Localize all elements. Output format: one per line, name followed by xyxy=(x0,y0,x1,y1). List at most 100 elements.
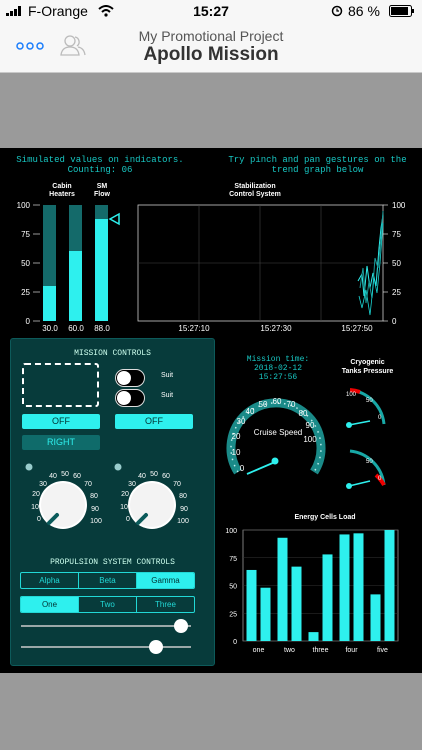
dial-2-label-80: 80 xyxy=(179,493,187,500)
trend-scale-0: 0 xyxy=(392,317,397,326)
trend-scale-25: 25 xyxy=(392,288,401,297)
dial-2-label-60: 60 xyxy=(162,473,170,480)
cryo-gauge-2: 50 0 xyxy=(346,449,386,489)
trend-scale-75: 75 xyxy=(392,230,401,239)
energy-bar-two-2 xyxy=(291,566,302,641)
mission-controls-panel: MISSION CONTROLS Suit Suit OFF OFF RIGHT… xyxy=(10,338,215,666)
speed-label-60: 60 xyxy=(273,397,282,406)
speed-label-30: 30 xyxy=(237,417,246,426)
speed-label-20: 20 xyxy=(232,432,241,441)
trend-scale-50: 50 xyxy=(392,259,401,268)
energy-bar-one-1 xyxy=(246,569,257,641)
energy-ytick-75: 75 xyxy=(229,556,237,563)
middle-bar-fill xyxy=(69,251,82,321)
trend-scale-100: 100 xyxy=(392,201,406,210)
dials: 0 10 20 30 40 50 60 70 80 90 100 0 10 20… xyxy=(25,463,189,529)
sliders xyxy=(21,619,191,654)
mission-date: 2018-02-12 xyxy=(253,364,302,373)
flow-label-2: Flow xyxy=(94,191,110,198)
bar-scale-50: 50 xyxy=(21,259,30,268)
selection-area[interactable] xyxy=(22,363,99,407)
trend-time-2: 15:27:30 xyxy=(260,324,292,333)
cryo-title: Cryogenic Tanks Pressure xyxy=(330,358,405,376)
bar-scale-100: 100 xyxy=(17,201,31,210)
cruise-speed-gauge: Cruise Speed 0 10 20 30 40 50 60 70 80 9… xyxy=(226,397,326,475)
segment-one[interactable]: One xyxy=(21,597,79,612)
bar-scale-75: 75 xyxy=(21,230,30,239)
dial-1-label-30: 30 xyxy=(39,481,47,488)
segment-two[interactable]: Two xyxy=(79,597,137,612)
middle-value: 60.0 xyxy=(68,324,84,333)
energy-chart-title: Energy Cells Load xyxy=(294,514,355,521)
dial-2[interactable]: 0 10 20 30 40 50 60 70 80 90 100 xyxy=(120,471,189,529)
energy-bar-two-1 xyxy=(277,537,288,641)
suit-toggle-1[interactable] xyxy=(115,369,145,387)
energy-category-four: four xyxy=(345,647,358,654)
dial-1-face-inner xyxy=(41,483,85,527)
mission-controls-title: MISSION CONTROLS xyxy=(74,349,151,358)
gesture-hint: Try pinch and pan gestures on the trend … xyxy=(220,155,415,175)
suit-toggle-2[interactable] xyxy=(115,389,145,407)
off-button-1[interactable]: OFF xyxy=(22,414,100,429)
propulsion-title: PROPULSION SYSTEM CONTROLS xyxy=(50,558,175,567)
dial-1-label-50: 50 xyxy=(61,471,69,478)
segment-three[interactable]: Three xyxy=(137,597,194,612)
speed-title: Cruise Speed xyxy=(254,428,302,437)
simulation-note: Simulated values on indicators. Counting… xyxy=(10,155,190,175)
flow-label-1: SM xyxy=(97,183,108,190)
slider-2-thumb[interactable] xyxy=(149,640,163,654)
suit-label-1: Suit xyxy=(161,372,174,379)
slider-1-thumb[interactable] xyxy=(174,619,188,633)
cryo1-label-100: 100 xyxy=(346,392,357,398)
energy-category-two: two xyxy=(284,647,295,654)
trend-title-1: Stabilization xyxy=(234,183,275,190)
segment-gamma[interactable]: Gamma xyxy=(137,573,194,588)
dial-2-label-30: 30 xyxy=(128,481,136,488)
page-title: Apollo Mission xyxy=(143,44,279,65)
flow-bar-fill xyxy=(95,219,108,321)
energy-ytick-50: 50 xyxy=(229,584,237,591)
dial-2-label-50: 50 xyxy=(150,471,158,478)
simulation-note-line2: Counting: 06 xyxy=(67,165,133,175)
dial-1[interactable]: 0 10 20 30 40 50 60 70 80 90 100 xyxy=(31,471,102,529)
cryo2-label-50: 50 xyxy=(366,459,373,465)
cryo-title-1: Cryogenic xyxy=(350,359,385,366)
dial-2-label-100: 100 xyxy=(177,518,189,525)
propulsion-segment-1: Alpha Beta Gamma xyxy=(20,572,195,589)
speed-label-100: 100 xyxy=(303,435,317,444)
speed-label-70: 70 xyxy=(287,400,296,409)
cabin-bar-fill xyxy=(43,286,56,321)
right-button[interactable]: RIGHT xyxy=(22,435,100,450)
mission-time: Mission time: 2018-02-12 15:27:56 xyxy=(238,355,318,382)
dial-2-label-40: 40 xyxy=(138,473,146,480)
dial-1-label-0: 0 xyxy=(37,516,41,523)
energy-bar-five-2 xyxy=(384,530,395,641)
energy-ytick-25: 25 xyxy=(229,611,237,618)
gesture-hint-line2: trend graph below xyxy=(271,165,364,175)
dial-1-label-10: 10 xyxy=(31,504,39,511)
off-button-2[interactable]: OFF xyxy=(115,414,193,429)
segment-beta[interactable]: Beta xyxy=(79,573,137,588)
propulsion-segment-2: One Two Three xyxy=(20,596,195,613)
mission-clock: 15:27:56 xyxy=(258,373,298,382)
dial-1-label-70: 70 xyxy=(84,481,92,488)
battery-percent: 86 % xyxy=(348,3,380,19)
navigation-bar: My Promotional Project Apollo Mission xyxy=(0,22,422,73)
gesture-hint-line1: Try pinch and pan gestures on the xyxy=(228,155,407,165)
bar-indicators: Cabin Heaters SM Flow 100 75 50 25 0 30.… xyxy=(17,183,120,333)
speed-label-90: 90 xyxy=(306,421,315,430)
cryo-gauge-1: 100 50 0 xyxy=(346,388,386,428)
trend-graph[interactable]: Stabilization Control System 100 75 50 2… xyxy=(130,178,422,338)
dial-2-led xyxy=(114,463,122,471)
dial-2-label-10: 10 xyxy=(120,504,128,511)
cryo-title-2: Tanks Pressure xyxy=(341,368,394,375)
flow-value: 88.0 xyxy=(94,324,110,333)
simulation-note-line1: Simulated values on indicators. xyxy=(16,155,184,165)
status-bar: F-Orange 15:27 86 % xyxy=(0,0,422,22)
segment-alpha[interactable]: Alpha xyxy=(21,573,79,588)
trend-time-1: 15:27:10 xyxy=(178,324,210,333)
dial-2-face-inner xyxy=(130,483,174,527)
speed-label-50: 50 xyxy=(259,400,268,409)
battery-icon xyxy=(389,5,414,17)
energy-cells-chart: Energy Cells Load 0 25 50 75 100 one two three f… xyxy=(225,514,399,654)
